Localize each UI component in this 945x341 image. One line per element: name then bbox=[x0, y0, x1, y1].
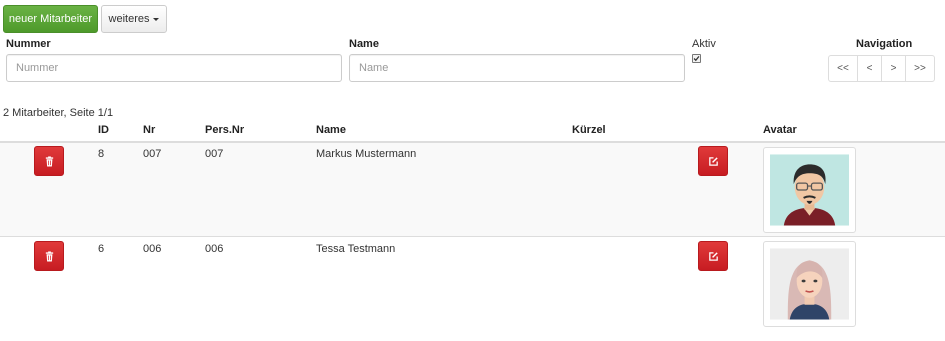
pagination: << < > >> bbox=[828, 55, 935, 82]
column-header-nr[interactable]: Nr bbox=[143, 124, 155, 136]
trash-icon bbox=[45, 155, 53, 167]
checkmark-icon bbox=[693, 56, 700, 62]
cell-name: Tessa Testmann bbox=[316, 243, 396, 255]
cell-nr: 006 bbox=[143, 243, 162, 255]
column-header-kuerzel[interactable]: Kürzel bbox=[572, 124, 606, 136]
prev-page-button[interactable]: < bbox=[857, 55, 882, 82]
cell-name: Markus Mustermann bbox=[316, 148, 417, 160]
cell-id: 6 bbox=[98, 243, 105, 255]
next-page-button[interactable]: > bbox=[881, 55, 906, 82]
aktiv-checkbox[interactable] bbox=[692, 54, 701, 63]
aktiv-label: Aktiv bbox=[692, 38, 716, 50]
last-page-button[interactable]: >> bbox=[905, 55, 935, 82]
avatar bbox=[763, 241, 856, 327]
cell-persnr: 007 bbox=[205, 148, 224, 160]
table-row: 8 007 007 Markus Mustermann bbox=[0, 143, 945, 237]
nummer-label: Nummer bbox=[6, 38, 51, 50]
cell-id: 8 bbox=[98, 148, 105, 160]
edit-icon bbox=[708, 156, 718, 166]
name-input[interactable] bbox=[349, 54, 685, 82]
avatar bbox=[763, 147, 856, 233]
trash-icon bbox=[45, 250, 53, 262]
column-header-id[interactable]: ID bbox=[98, 124, 109, 136]
cell-nr: 007 bbox=[143, 148, 162, 160]
delete-button[interactable] bbox=[34, 241, 64, 271]
edit-icon bbox=[708, 251, 718, 261]
column-header-avatar: Avatar bbox=[763, 124, 797, 136]
edit-button[interactable] bbox=[698, 146, 728, 176]
more-dropdown-button[interactable]: weiteres bbox=[101, 5, 167, 33]
more-label: weiteres bbox=[108, 13, 150, 25]
name-label: Name bbox=[349, 38, 379, 50]
new-employee-label: neuer Mitarbeiter bbox=[8, 13, 93, 25]
navigation-label: Navigation bbox=[856, 38, 913, 50]
column-header-persnr[interactable]: Pers.Nr bbox=[205, 124, 244, 136]
edit-button[interactable] bbox=[698, 241, 728, 271]
female-avatar-image bbox=[770, 248, 849, 320]
first-page-button[interactable]: << bbox=[828, 55, 858, 82]
table-row: 6 006 006 Tessa Testmann bbox=[0, 238, 945, 341]
result-summary: 2 Mitarbeiter, Seite 1/1 bbox=[3, 107, 114, 119]
cell-persnr: 006 bbox=[205, 243, 224, 255]
new-employee-button[interactable]: neuer Mitarbeiter bbox=[3, 5, 98, 33]
column-header-name[interactable]: Name bbox=[316, 124, 346, 136]
nummer-input[interactable] bbox=[6, 54, 342, 82]
delete-button[interactable] bbox=[34, 146, 64, 176]
caret-down-icon bbox=[153, 17, 160, 21]
male-avatar-image bbox=[770, 154, 849, 226]
